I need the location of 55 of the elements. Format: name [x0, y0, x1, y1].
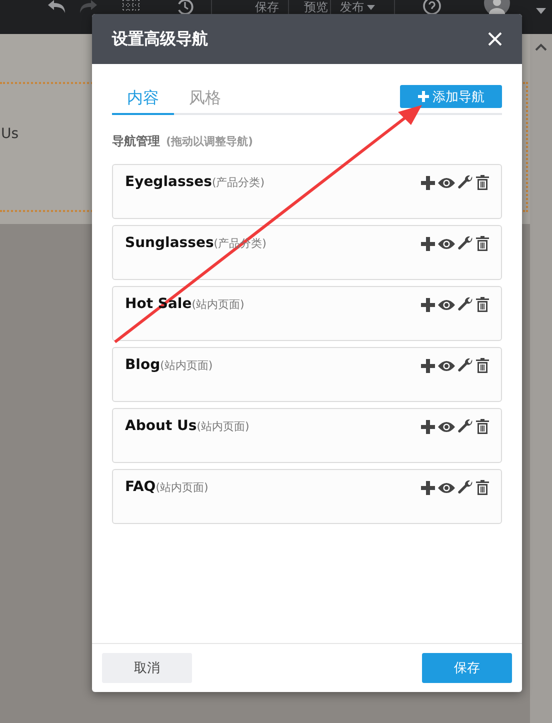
- plus-icon[interactable]: [421, 176, 435, 190]
- close-button[interactable]: [488, 32, 502, 46]
- eye-icon[interactable]: [438, 482, 455, 494]
- history-icon[interactable]: [176, 0, 194, 14]
- nav-item-type: (站内页面): [192, 297, 244, 312]
- trash-icon[interactable]: [476, 419, 489, 434]
- wrench-icon[interactable]: [458, 419, 473, 434]
- help-icon[interactable]: [423, 0, 441, 16]
- nav-item-type: (产品分类): [212, 175, 265, 190]
- eye-icon[interactable]: [438, 298, 455, 310]
- trash-icon[interactable]: [476, 297, 489, 312]
- nav-item[interactable]: Blog(站内页面): [112, 347, 502, 402]
- eye-icon[interactable]: [438, 360, 455, 372]
- nav-item-name: Blog: [125, 357, 160, 373]
- eye-icon[interactable]: [438, 238, 455, 250]
- nav-item-type: (站内页面): [160, 358, 213, 373]
- wrench-icon[interactable]: [458, 175, 473, 190]
- wrench-icon[interactable]: [458, 358, 473, 373]
- trash-icon[interactable]: [476, 175, 489, 190]
- nav-item-name: Eyeglasses: [125, 174, 212, 190]
- cancel-button[interactable]: 取消: [102, 653, 192, 683]
- eye-icon[interactable]: [438, 420, 455, 432]
- trash-icon[interactable]: [476, 480, 489, 495]
- page-text: Us: [1, 126, 19, 142]
- wrench-icon[interactable]: [458, 236, 473, 251]
- nav-item-type: (站内页面): [156, 480, 208, 495]
- wrench-icon[interactable]: [458, 480, 473, 495]
- nav-item[interactable]: FAQ(站内页面): [112, 469, 502, 524]
- undo-icon[interactable]: [48, 0, 66, 14]
- scroll-up-icon[interactable]: [535, 43, 547, 51]
- nav-item[interactable]: Eyeglasses(产品分类): [112, 164, 502, 219]
- nav-item[interactable]: About Us(站内页面): [112, 408, 502, 463]
- caret-icon: [367, 4, 375, 10]
- plus-icon[interactable]: [421, 298, 435, 312]
- section-title: 导航管理: [112, 133, 160, 150]
- toolbar-button[interactable]: 保存: [255, 0, 279, 14]
- nav-item-name: Sunglasses: [125, 235, 214, 251]
- scrollbar[interactable]: [530, 34, 552, 723]
- toolbar-button[interactable]: 发布: [340, 0, 375, 14]
- section-hint: (拖动以调整导航): [166, 134, 254, 149]
- caret-icon[interactable]: [536, 8, 546, 14]
- plus-icon[interactable]: [421, 480, 435, 494]
- nav-item-name: About Us: [125, 418, 197, 434]
- nav-item-name: FAQ: [125, 479, 156, 495]
- plus-icon[interactable]: [421, 358, 435, 372]
- plus-icon[interactable]: [421, 236, 435, 250]
- wrench-icon[interactable]: [458, 297, 473, 312]
- toolbar-button[interactable]: 预览: [304, 0, 328, 14]
- trash-icon[interactable]: [476, 358, 489, 373]
- plus-icon: [418, 91, 428, 102]
- plus-icon[interactable]: [421, 420, 435, 434]
- dialog-title: 设置高级导航: [112, 28, 208, 50]
- eye-icon[interactable]: [438, 176, 455, 188]
- nav-item-type: (站内页面): [196, 419, 250, 434]
- trash-icon[interactable]: [476, 236, 489, 251]
